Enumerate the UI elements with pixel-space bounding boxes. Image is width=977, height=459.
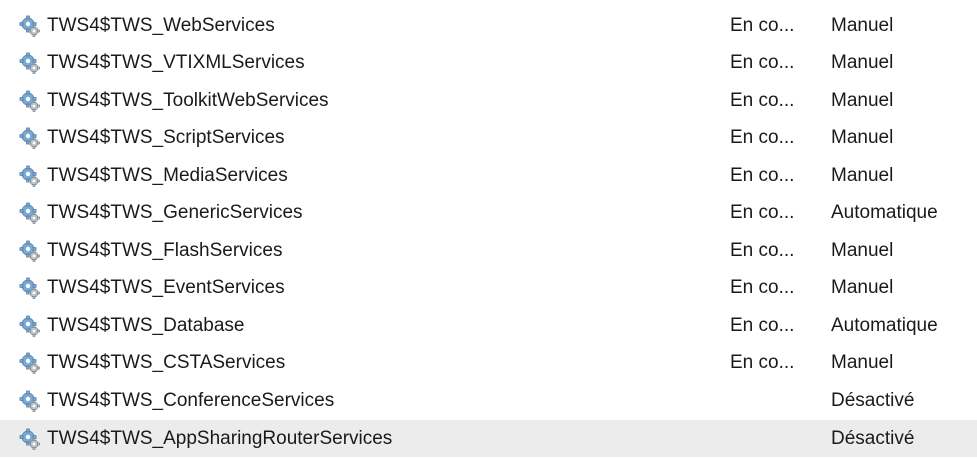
service-row[interactable]: TWS4$TWS_EventServices En co... Manuel: [0, 269, 977, 306]
service-name: TWS4$TWS_FlashServices: [47, 240, 283, 261]
service-name: TWS4$TWS_MediaServices: [47, 165, 288, 186]
service-gear-icon: [19, 352, 40, 374]
service-startup-type: Manuel: [831, 90, 894, 111]
service-startup-type: Manuel: [831, 52, 894, 73]
service-row[interactable]: TWS4$TWS_ConferenceServices Désactivé: [0, 382, 977, 419]
service-gear-icon: [19, 127, 40, 149]
service-startup-type: Manuel: [831, 352, 894, 373]
service-row[interactable]: TWS4$TWS_VTIXMLServices En co... Manuel: [0, 44, 977, 81]
service-gear-icon: [19, 428, 40, 450]
service-status: En co...: [730, 352, 795, 373]
service-name: TWS4$TWS_VTIXMLServices: [47, 52, 305, 73]
service-name: TWS4$TWS_CSTAServices: [47, 352, 286, 373]
service-startup-type: Automatique: [831, 202, 938, 223]
service-gear-icon: [19, 52, 40, 74]
service-name: TWS4$TWS_EventServices: [47, 277, 285, 298]
service-startup-type: Manuel: [831, 127, 894, 148]
service-gear-icon: [19, 90, 40, 112]
service-row[interactable]: TWS4$TWS_ToolkitWebServices En co... Man…: [0, 82, 977, 119]
service-status: En co...: [730, 202, 795, 223]
service-gear-icon: [19, 315, 40, 337]
service-row[interactable]: TWS4$TWS_FlashServices En co... Manuel: [0, 232, 977, 269]
service-row[interactable]: TWS4$TWS_WebServices En co... Manuel: [0, 7, 977, 44]
service-gear-icon: [19, 390, 40, 412]
service-name: TWS4$TWS_AppSharingRouterServices: [47, 428, 393, 449]
service-startup-type: Manuel: [831, 240, 894, 261]
service-gear-icon: [19, 202, 40, 224]
service-startup-type: Manuel: [831, 15, 894, 36]
service-startup-type: Désactivé: [831, 390, 915, 411]
service-status: En co...: [730, 127, 795, 148]
service-status: En co...: [730, 15, 795, 36]
service-status: En co...: [730, 165, 795, 186]
service-status: En co...: [730, 277, 795, 298]
service-row[interactable]: TWS4$TWS_ScriptServices En co... Manuel: [0, 119, 977, 156]
service-status: En co...: [730, 315, 795, 336]
service-row[interactable]: TWS4$TWS_Database En co... Automatique: [0, 307, 977, 344]
service-status: En co...: [730, 52, 795, 73]
service-name: TWS4$TWS_WebServices: [47, 15, 275, 36]
service-row[interactable]: TWS4$TWS_GenericServices En co... Automa…: [0, 194, 977, 231]
service-row[interactable]: TWS4$TWS_CSTAServices En co... Manuel: [0, 344, 977, 381]
service-startup-type: Manuel: [831, 277, 894, 298]
service-startup-type: Désactivé: [831, 428, 915, 449]
service-gear-icon: [19, 165, 40, 187]
service-name: TWS4$TWS_Database: [47, 315, 245, 336]
service-status: En co...: [730, 240, 795, 261]
service-row[interactable]: TWS4$TWS_MediaServices En co... Manuel: [0, 157, 977, 194]
service-name: TWS4$TWS_ToolkitWebServices: [47, 90, 329, 111]
service-gear-icon: [19, 240, 40, 262]
service-name: TWS4$TWS_ConferenceServices: [47, 390, 335, 411]
service-startup-type: Automatique: [831, 315, 938, 336]
service-status: En co...: [730, 90, 795, 111]
service-row[interactable]: TWS4$TWS_AppSharingRouterServices Désact…: [0, 420, 977, 457]
service-name: TWS4$TWS_ScriptServices: [47, 127, 285, 148]
service-gear-icon: [19, 15, 40, 37]
services-list: TWS4$TWS_WebServices En co... Manuel TWS…: [0, 0, 977, 459]
service-name: TWS4$TWS_GenericServices: [47, 202, 303, 223]
service-gear-icon: [19, 277, 40, 299]
service-startup-type: Manuel: [831, 165, 894, 186]
